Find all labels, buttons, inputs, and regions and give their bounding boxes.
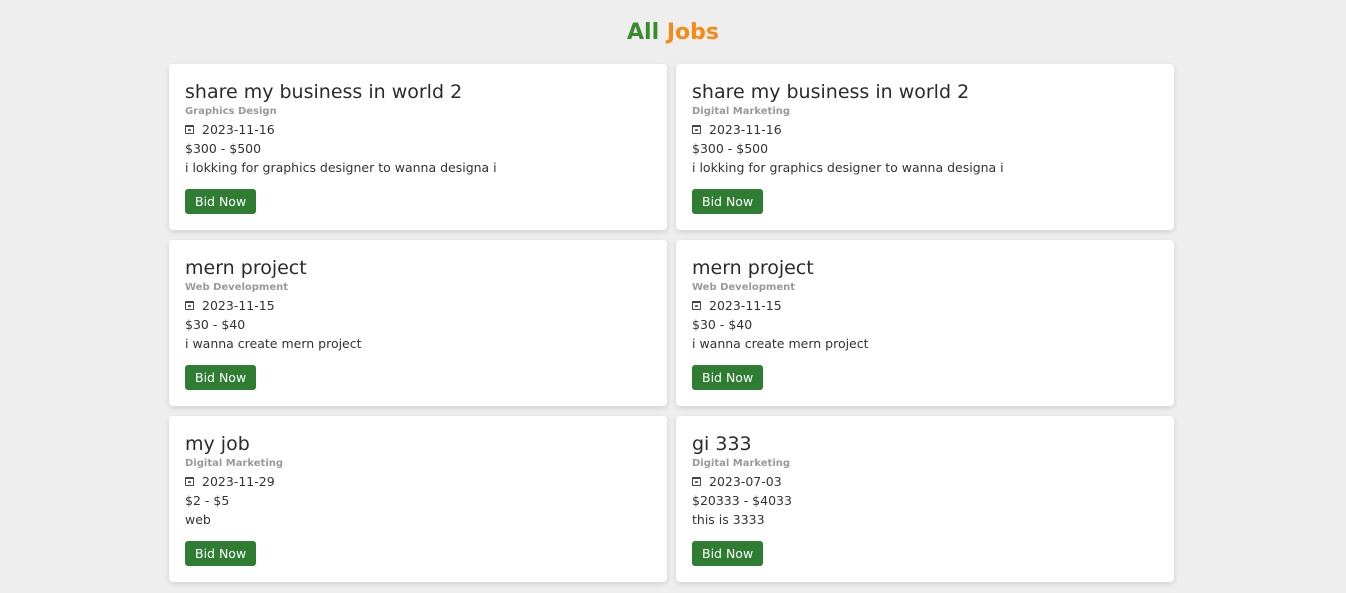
job-title: share my business in world 2	[692, 81, 970, 103]
job-card: mern project Web Development 2023-11-15 …	[169, 240, 667, 406]
job-title: my job	[185, 433, 250, 455]
job-date: 2023-11-15	[202, 298, 275, 313]
bid-now-button[interactable]: Bid Now	[185, 189, 257, 214]
job-price: $30 - $40	[185, 317, 246, 332]
calendar-icon	[185, 301, 194, 310]
job-price: $2 - $5	[185, 493, 230, 508]
job-card: mern project Web Development 2023-11-15 …	[676, 240, 1174, 406]
bid-now-button[interactable]: Bid Now	[185, 541, 257, 566]
job-title: gi 333	[692, 433, 752, 455]
bid-now-button[interactable]: Bid Now	[185, 365, 257, 390]
job-title: mern project	[185, 257, 307, 279]
job-date-row: 2023-11-16	[692, 120, 1158, 139]
job-price: $20333 - $4033	[692, 493, 792, 508]
calendar-icon	[692, 125, 701, 134]
job-description: i lokking for graphics designer to wanna…	[185, 160, 497, 175]
job-price: $30 - $40	[692, 317, 753, 332]
job-title: mern project	[692, 257, 814, 279]
job-date-row: 2023-11-15	[185, 296, 651, 315]
job-card: my job Digital Marketing 2023-11-29 $2 -…	[169, 416, 667, 582]
job-description: i wanna create mern project	[692, 336, 869, 351]
job-date-row: 2023-11-16	[185, 120, 651, 139]
page-title-all: All	[627, 20, 660, 45]
job-card: gi 333 Digital Marketing 2023-07-03 $203…	[676, 416, 1174, 582]
job-category: Graphics Design	[185, 106, 277, 117]
job-date: 2023-07-03	[709, 474, 782, 489]
job-date-row: 2023-11-29	[185, 472, 651, 491]
bid-now-button[interactable]: Bid Now	[692, 189, 764, 214]
job-description: i lokking for graphics designer to wanna…	[692, 160, 1004, 175]
calendar-icon	[692, 301, 701, 310]
job-date-row: 2023-07-03	[692, 472, 1158, 491]
job-category: Digital Marketing	[692, 106, 791, 117]
job-date: 2023-11-29	[202, 474, 275, 489]
calendar-icon	[185, 477, 194, 486]
page-title-jobs: Jobs	[666, 20, 719, 45]
job-card: share my business in world 2 Digital Mar…	[676, 64, 1174, 230]
job-category: Digital Marketing	[185, 458, 284, 469]
job-category: Digital Marketing	[692, 458, 791, 469]
bid-now-button[interactable]: Bid Now	[692, 541, 764, 566]
calendar-icon	[692, 477, 701, 486]
job-date: 2023-11-15	[709, 298, 782, 313]
job-date-row: 2023-11-15	[692, 296, 1158, 315]
job-price: $300 - $500	[185, 141, 262, 156]
job-title: share my business in world 2	[185, 81, 463, 103]
bid-now-button[interactable]: Bid Now	[692, 365, 764, 390]
job-category: Web Development	[185, 282, 289, 293]
job-price: $300 - $500	[692, 141, 769, 156]
job-date: 2023-11-16	[709, 122, 782, 137]
job-date: 2023-11-16	[202, 122, 275, 137]
job-category: Web Development	[692, 282, 796, 293]
calendar-icon	[185, 125, 194, 134]
page-title: All Jobs	[0, 19, 1346, 47]
job-description: i wanna create mern project	[185, 336, 362, 351]
job-description: this is 3333	[692, 512, 765, 527]
job-description: web	[185, 512, 211, 527]
jobs-grid: share my business in world 2 Graphics De…	[169, 64, 1174, 582]
job-card: share my business in world 2 Graphics De…	[169, 64, 667, 230]
